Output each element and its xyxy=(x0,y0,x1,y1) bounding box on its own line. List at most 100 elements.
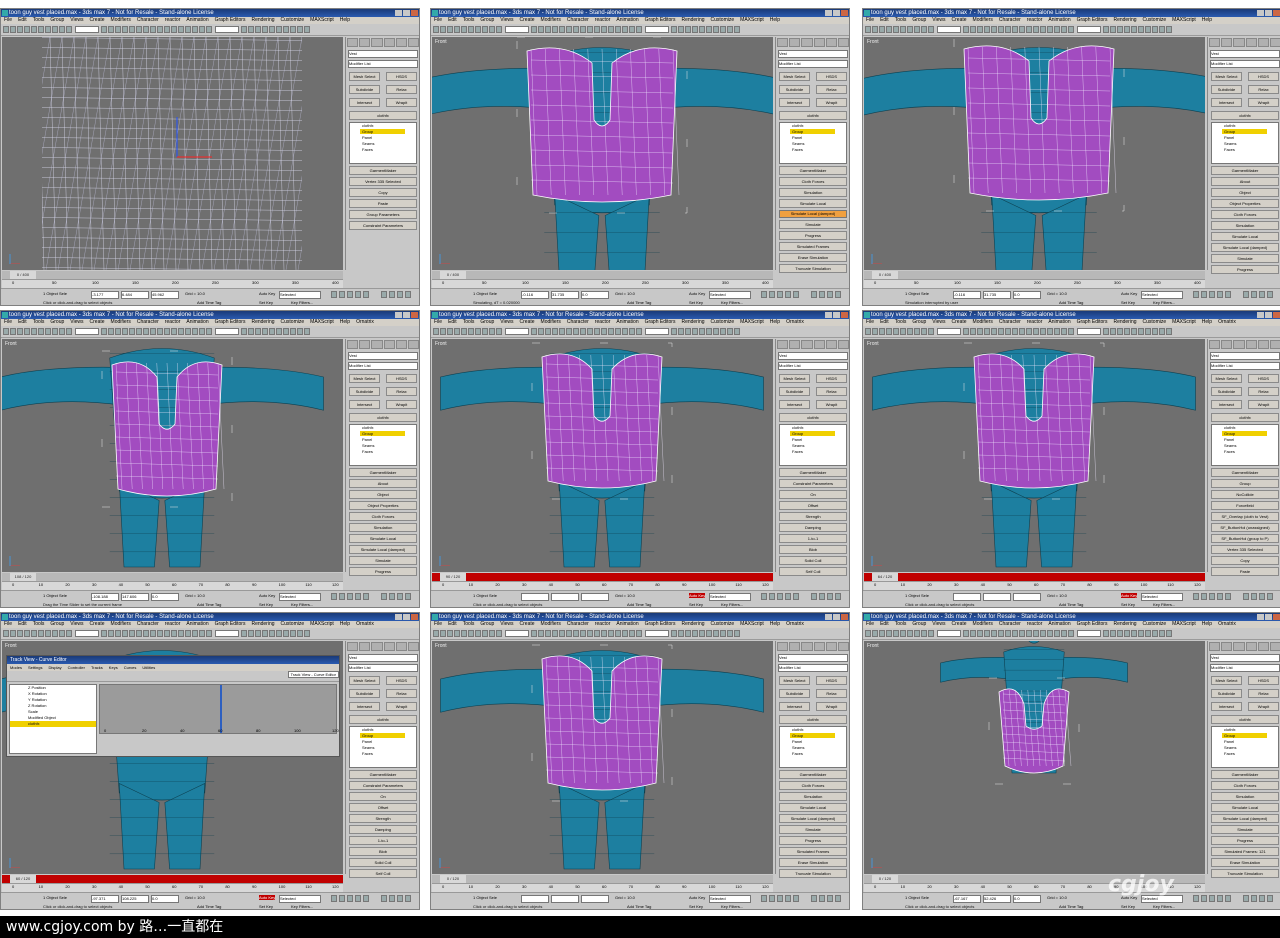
modifier-list-dropdown[interactable]: Modifier List xyxy=(348,362,418,370)
reference-coordinate-dropdown[interactable] xyxy=(215,630,239,637)
rollout-item[interactable]: Copy xyxy=(349,188,417,197)
menu-item[interactable]: MAXScript xyxy=(1172,319,1196,325)
toolbar-icon[interactable] xyxy=(461,26,467,33)
menu-item[interactable]: Views xyxy=(932,17,945,23)
toolbar-icon[interactable] xyxy=(269,26,275,33)
zoom-all-icon[interactable] xyxy=(819,895,825,902)
menu-item[interactable]: Customize xyxy=(711,621,735,627)
stack-item[interactable]: clothfx xyxy=(362,123,374,128)
hierarchy-tab[interactable] xyxy=(801,38,813,47)
key-selected-dropdown[interactable]: Selected xyxy=(709,895,751,903)
play-icon[interactable] xyxy=(777,593,783,600)
toolbar-icon[interactable] xyxy=(52,630,58,637)
toolbar-icon[interactable] xyxy=(1166,630,1172,637)
menu-item[interactable]: Graph Editors xyxy=(215,17,246,23)
orbit-icon[interactable] xyxy=(1267,291,1273,298)
stack-item[interactable]: Panel xyxy=(362,739,372,744)
toolbar-icon[interactable] xyxy=(678,630,684,637)
utilities-tab[interactable] xyxy=(1269,38,1280,47)
stack-item[interactable]: clothfx xyxy=(792,425,804,430)
coord-field[interactable]: 6.484 xyxy=(121,291,149,299)
toolbar-icon[interactable] xyxy=(241,328,247,335)
toolbar-icon[interactable] xyxy=(447,26,453,33)
toolbar-icon[interactable] xyxy=(454,26,460,33)
toolbar-icon[interactable] xyxy=(475,26,481,33)
menu-item[interactable]: Rendering xyxy=(251,17,274,23)
rollout-item[interactable]: Strength xyxy=(349,814,417,823)
menu-item[interactable]: Tools xyxy=(463,319,475,325)
zoom-all-icon[interactable] xyxy=(389,593,395,600)
modifier-button[interactable]: Intersect xyxy=(779,98,810,107)
coord-field[interactable]: 45.962 xyxy=(151,291,179,299)
menu-item[interactable]: Character xyxy=(999,17,1021,23)
close-button[interactable] xyxy=(411,10,418,16)
modifier-button[interactable]: Mesh Select xyxy=(349,72,380,81)
toolbar-icon[interactable] xyxy=(10,328,16,335)
modifier-button[interactable]: Wrapit xyxy=(816,400,847,409)
toolbar-icon[interactable] xyxy=(1131,328,1137,335)
rollout-item[interactable]: Progress xyxy=(779,231,847,240)
clothfx-button[interactable]: clothfx xyxy=(349,715,417,724)
toolbar-icon[interactable] xyxy=(1005,630,1011,637)
garmentmaker-button[interactable]: GarmentMaker xyxy=(779,468,847,477)
track-view-menu-item[interactable]: Modes xyxy=(10,665,22,670)
rollout-item[interactable]: Simulate Local (damped) xyxy=(1211,814,1279,823)
toolbar-icon[interactable] xyxy=(1026,630,1032,637)
go-end-icon[interactable] xyxy=(363,291,369,298)
toolbar-icon[interactable] xyxy=(1068,630,1074,637)
menu-item[interactable]: Tools xyxy=(895,319,907,325)
go-end-icon[interactable] xyxy=(363,593,369,600)
modifier-list-dropdown[interactable]: Modifier List xyxy=(1210,60,1280,68)
motion-tab[interactable] xyxy=(1245,642,1257,651)
track-view-menu-item[interactable]: Keys xyxy=(109,665,118,670)
add-time-tag[interactable]: Add Time Tag xyxy=(627,300,651,305)
toolbar-icon[interactable] xyxy=(538,328,544,335)
time-slider[interactable]: 0 / 120 xyxy=(432,875,773,883)
set-key-button[interactable]: Set Key xyxy=(259,602,273,607)
play-icon[interactable] xyxy=(777,291,783,298)
toolbar-icon[interactable] xyxy=(45,26,51,33)
menu-item[interactable]: Character xyxy=(137,621,159,627)
modifier-list-dropdown[interactable]: Modifier List xyxy=(348,60,418,68)
rollout-item[interactable]: Simulation xyxy=(779,188,847,197)
toolbar-icon[interactable] xyxy=(1054,328,1060,335)
toolbar-icon[interactable] xyxy=(101,630,107,637)
toolbar-icon[interactable] xyxy=(552,630,558,637)
toolbar-icon[interactable] xyxy=(290,630,296,637)
close-button[interactable] xyxy=(1273,312,1280,318)
modifier-button[interactable]: Relax xyxy=(816,689,847,698)
play-icon[interactable] xyxy=(1209,895,1215,902)
zoom-all-icon[interactable] xyxy=(1251,895,1257,902)
maximize-button[interactable] xyxy=(1265,312,1272,318)
toolbar-icon[interactable] xyxy=(1047,630,1053,637)
menu-item[interactable]: Rendering xyxy=(681,319,704,325)
toolbar-icon[interactable] xyxy=(206,328,212,335)
rollout-item[interactable]: Simulate Local xyxy=(779,199,847,208)
display-tab[interactable] xyxy=(825,642,837,651)
toolbar-icon[interactable] xyxy=(178,328,184,335)
toolbar-icon[interactable] xyxy=(1124,630,1130,637)
toolbar-icon[interactable] xyxy=(192,630,198,637)
time-slider[interactable]: 0 / 400 xyxy=(2,271,343,279)
rollout-item[interactable]: Simulate xyxy=(779,825,847,834)
create-tab[interactable] xyxy=(347,642,359,651)
toolbar-icon[interactable] xyxy=(1012,630,1018,637)
menu-item[interactable]: Tools xyxy=(895,17,907,23)
close-button[interactable] xyxy=(1273,10,1280,16)
object-name-field[interactable]: Vest xyxy=(1210,352,1280,360)
toolbar-icon[interactable] xyxy=(122,26,128,33)
menu-item[interactable]: Views xyxy=(70,319,83,325)
orbit-icon[interactable] xyxy=(835,291,841,298)
prev-frame-icon[interactable] xyxy=(339,593,345,600)
menu-item[interactable]: Modifiers xyxy=(973,319,993,325)
clothfx-button[interactable]: clothfx xyxy=(1211,413,1279,422)
menu-item[interactable]: Ornatrix xyxy=(356,621,374,627)
modifier-button[interactable]: HSDS xyxy=(1248,676,1279,685)
track-bar[interactable]: 0 10 20 30 40 50 60 70 80 90 100 110 120 xyxy=(2,883,343,892)
stack-item[interactable]: Seams xyxy=(1224,141,1236,146)
toolbar-icon[interactable] xyxy=(164,630,170,637)
rollout-item[interactable]: Object xyxy=(349,490,417,499)
toolbar-icon[interactable] xyxy=(10,26,16,33)
menu-item[interactable]: Create xyxy=(520,621,535,627)
toolbar-icon[interactable] xyxy=(914,630,920,637)
